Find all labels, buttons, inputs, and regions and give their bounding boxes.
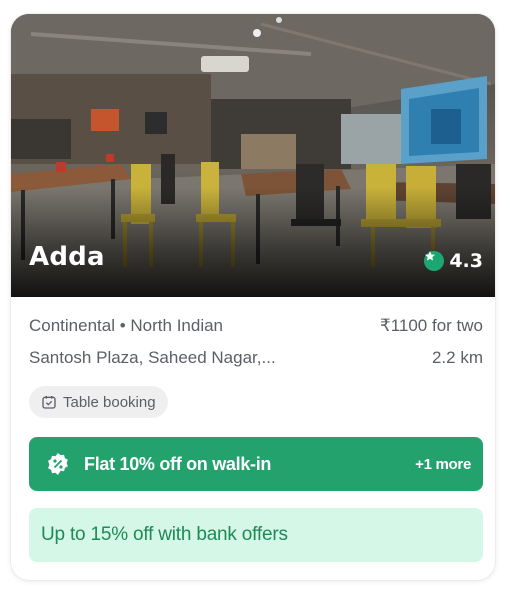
- walk-in-offer-banner[interactable]: Flat 10% off on walk-in +1 more: [29, 437, 483, 491]
- table-booking-chip[interactable]: Table booking: [29, 386, 168, 418]
- restaurant-card[interactable]: Adda 4.3 Continental • North Indian ₹110…: [11, 14, 495, 580]
- cuisine-price-row: Continental • North Indian ₹1100 for two: [29, 316, 483, 336]
- star-icon: [424, 251, 445, 271]
- rating-value: 4.3: [449, 250, 483, 272]
- more-offers-link[interactable]: +1 more: [415, 456, 471, 473]
- distance: 2.2 km: [431, 348, 483, 367]
- rating-badge: 4.3: [424, 250, 483, 272]
- bank-offer-text: Up to 15% off with bank offers: [41, 524, 288, 545]
- address: Santosh Plaza, Saheed Nagar,...: [29, 348, 276, 367]
- cuisines: Continental • North Indian: [29, 316, 224, 335]
- table-booking-label: Table booking: [63, 393, 156, 411]
- calendar-check-icon: [42, 396, 56, 409]
- price-for-two: ₹1100 for two: [379, 316, 483, 335]
- address-distance-row: Santosh Plaza, Saheed Nagar,... 2.2 km: [29, 348, 483, 368]
- discount-badge-icon: [48, 453, 68, 475]
- restaurant-name: Adda: [29, 242, 105, 272]
- restaurant-photo[interactable]: Adda 4.3: [11, 14, 495, 297]
- walk-in-offer-text: Flat 10% off on walk-in: [84, 453, 272, 474]
- bank-offer-banner[interactable]: Up to 15% off with bank offers: [29, 508, 483, 562]
